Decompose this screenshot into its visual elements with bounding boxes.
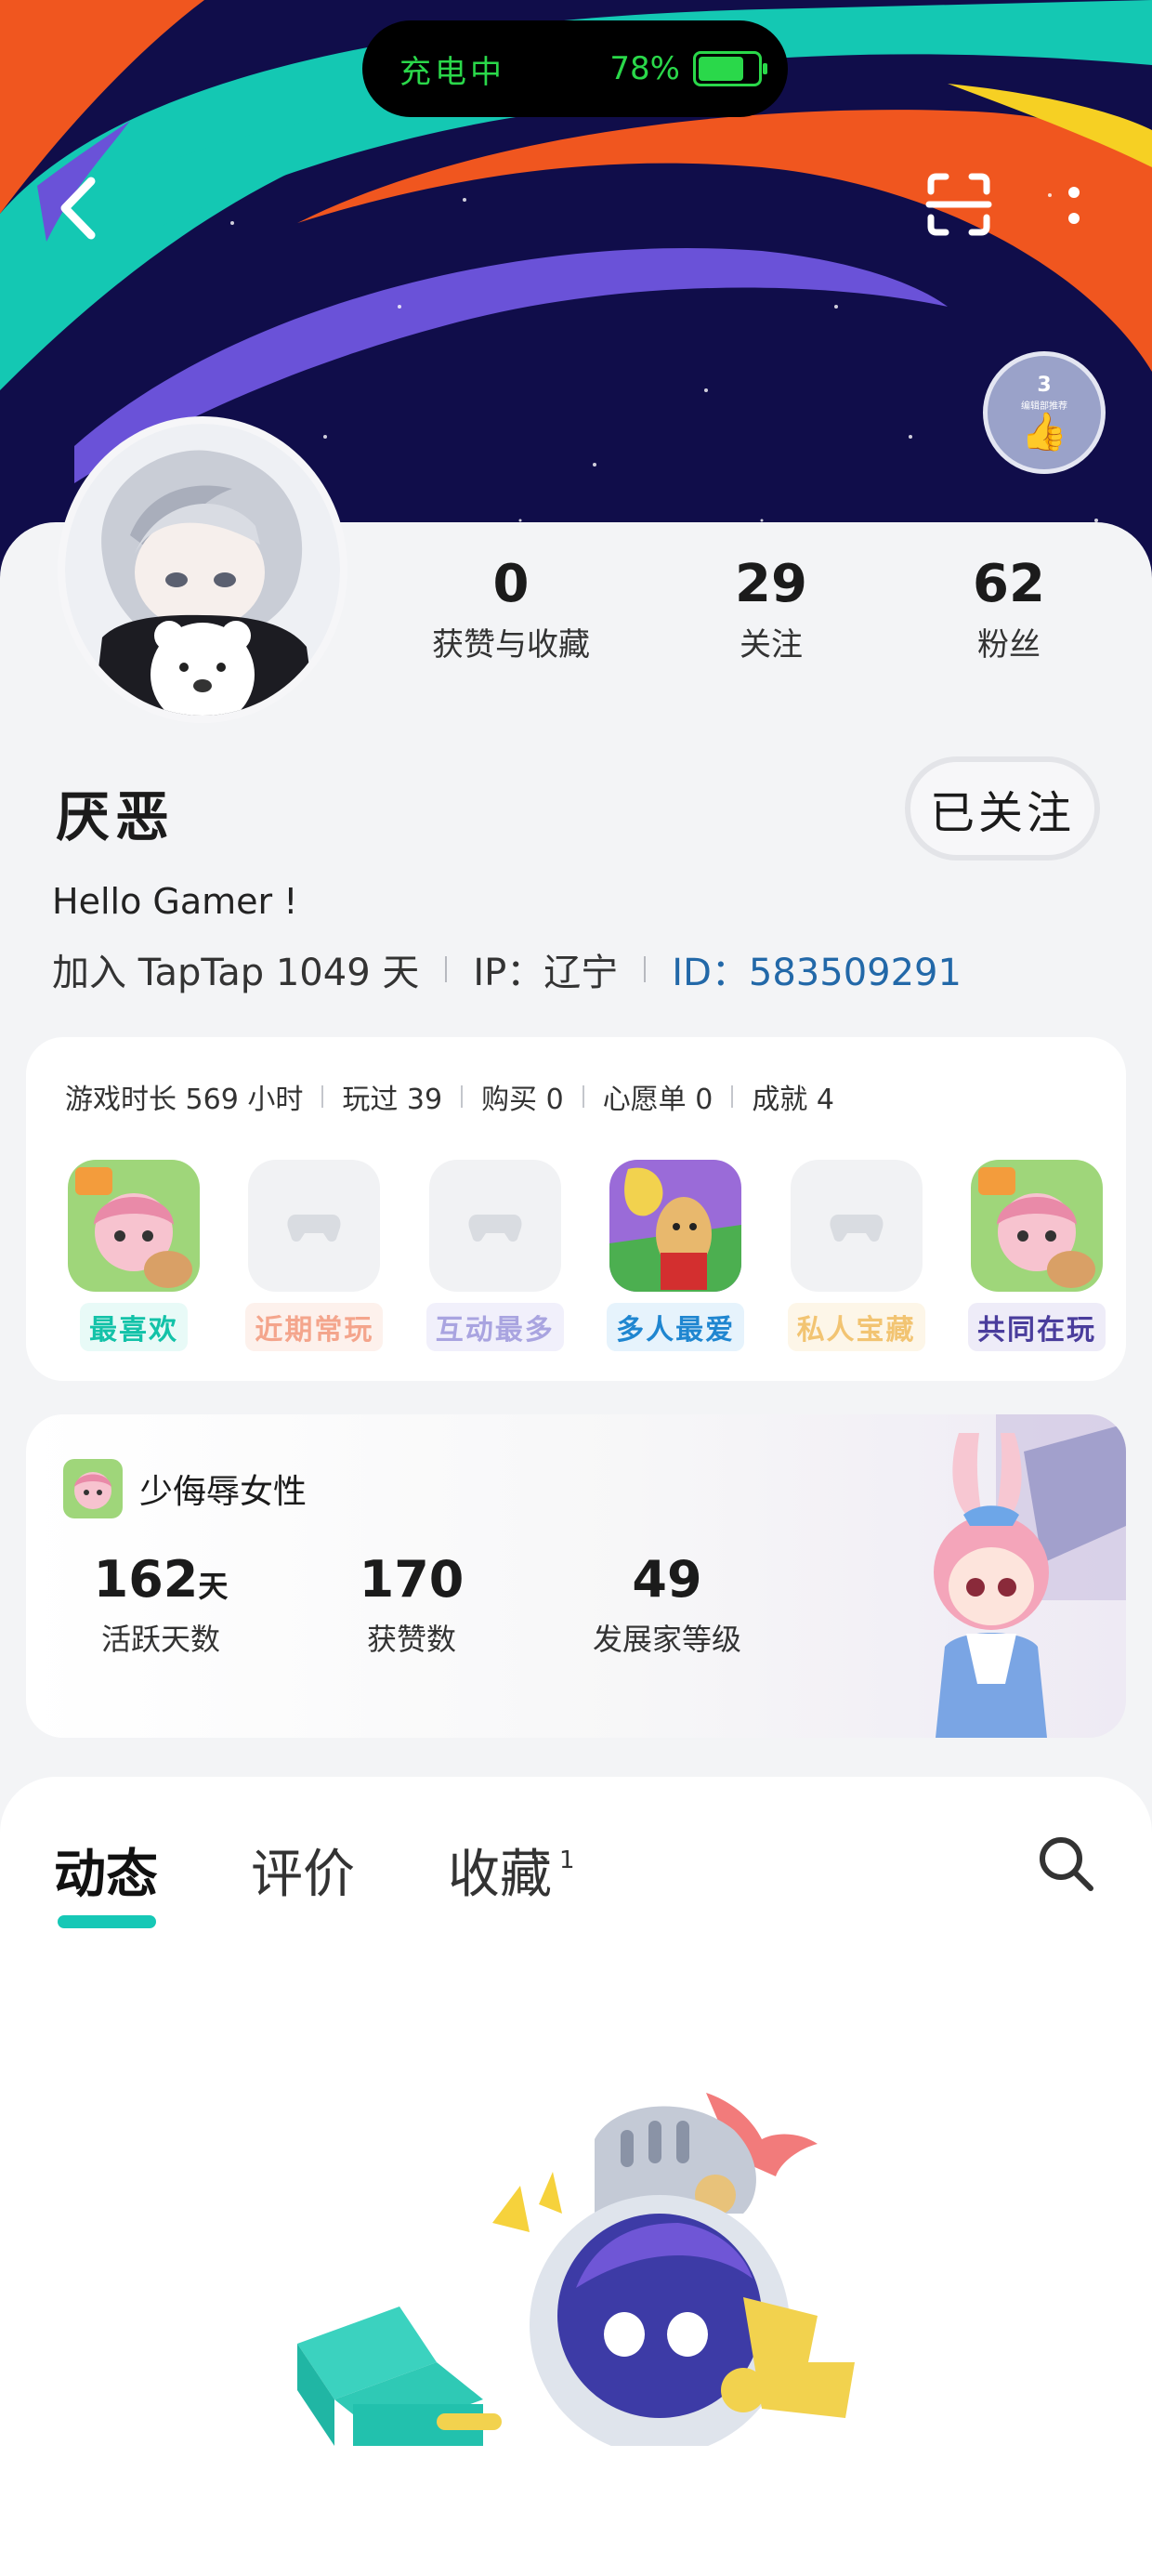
stat-label: 粉丝 bbox=[977, 625, 1041, 664]
activity-stat-label: 获赞数 bbox=[366, 1622, 456, 1658]
activity-stat: 49 发展家等级 bbox=[574, 1552, 760, 1659]
thumbs-up-icon: 👍 bbox=[1021, 410, 1067, 453]
gamepad-icon bbox=[428, 1160, 561, 1292]
badge-text: 编辑部推荐 bbox=[1021, 401, 1067, 412]
game-tile[interactable]: 近期常玩 bbox=[245, 1160, 384, 1351]
game-stat-item[interactable]: 游戏时长 569 小时 bbox=[65, 1076, 303, 1117]
ip-location: IP：辽宁 bbox=[473, 952, 619, 994]
active-tab-indicator bbox=[58, 1915, 156, 1928]
game-tile-label: 互动最多 bbox=[425, 1303, 564, 1351]
game-stat-item[interactable]: 心愿单 0 bbox=[603, 1076, 713, 1117]
divider bbox=[644, 956, 647, 982]
game-cover bbox=[68, 1160, 200, 1292]
game-cover bbox=[970, 1160, 1103, 1292]
joined-days: 加入 TapTap 1049 天 bbox=[52, 952, 420, 994]
stat-value: 62 bbox=[973, 554, 1045, 614]
activity-stat: 162天 活跃天数 bbox=[82, 1552, 240, 1659]
badge-level: 3 bbox=[1037, 373, 1052, 397]
game-stat-item[interactable]: 成就 4 bbox=[752, 1076, 834, 1117]
game-tile[interactable]: 多人最爱 bbox=[607, 1160, 745, 1351]
stat-label: 获赞与收藏 bbox=[432, 625, 590, 664]
gamepad-icon bbox=[248, 1160, 381, 1292]
divider bbox=[731, 1085, 734, 1108]
chevron-left-icon[interactable] bbox=[48, 171, 108, 245]
game-tile[interactable]: 共同在玩 bbox=[967, 1160, 1106, 1351]
stat-label: 关注 bbox=[740, 625, 803, 664]
empty-state-illustration bbox=[297, 2093, 855, 2446]
battery-percent: 78% bbox=[609, 50, 680, 87]
follow-button[interactable]: 已关注 bbox=[905, 756, 1100, 861]
battery-icon bbox=[693, 51, 767, 86]
activity-game-name: 少侮辱女性 bbox=[139, 1473, 308, 1511]
divider bbox=[445, 956, 448, 982]
stat-following[interactable]: 29 关注 bbox=[669, 556, 873, 664]
tab-bar: 动态 评价 收藏 1 bbox=[54, 1833, 668, 1928]
tab-1[interactable]: 评价 bbox=[251, 1833, 355, 1908]
developer-activity-card[interactable]: 少侮辱女性 162天 活跃天数 170 获赞数 49 发展家等级 bbox=[26, 1414, 1126, 1738]
game-stat-item[interactable]: 玩过 39 bbox=[342, 1076, 442, 1117]
avatar[interactable] bbox=[58, 416, 347, 723]
game-tile-label: 近期常玩 bbox=[245, 1303, 384, 1351]
user-id[interactable]: ID：583509291 bbox=[672, 942, 962, 996]
more-vertical-icon[interactable] bbox=[1055, 177, 1093, 236]
tab-0[interactable]: 动态 bbox=[54, 1833, 158, 1928]
tab-count: 1 bbox=[559, 1847, 575, 1875]
user-bio: Hello Gamer ! bbox=[52, 881, 298, 922]
game-tile-label: 私人宝藏 bbox=[787, 1303, 925, 1351]
search-icon[interactable] bbox=[1033, 1831, 1100, 1898]
activity-stat-unit: 天 bbox=[198, 1569, 229, 1604]
game-tile[interactable]: 私人宝藏 bbox=[787, 1160, 925, 1351]
tab-label: 评价 bbox=[251, 1845, 355, 1905]
charging-status-pill: 充电中 78% bbox=[362, 20, 788, 117]
user-name: 厌恶 bbox=[56, 785, 176, 848]
game-cover bbox=[609, 1160, 742, 1292]
game-tile[interactable]: 互动最多 bbox=[425, 1160, 564, 1351]
stat-followers[interactable]: 62 粉丝 bbox=[907, 556, 1111, 664]
stat-value: 29 bbox=[735, 554, 807, 614]
stat-likes[interactable]: 0 获赞与收藏 bbox=[399, 556, 622, 664]
content-tab-panel: 动态 评价 收藏 1 bbox=[0, 1777, 1152, 2576]
game-tiles: 最喜欢 近期常玩 互动最多 多人最爱 私人宝藏 共同在玩 bbox=[65, 1160, 1106, 1351]
game-stats-row: 游戏时长 569 小时 玩过 39 购买 0 心愿单 0 成就 4 bbox=[65, 1076, 834, 1117]
games-card[interactable]: 游戏时长 569 小时 玩过 39 购买 0 心愿单 0 成就 4 最喜欢 近期常玩 互动最… bbox=[26, 1037, 1126, 1381]
game-tile-label: 最喜欢 bbox=[80, 1303, 188, 1351]
game-icon bbox=[63, 1459, 123, 1518]
activity-stats: 162天 活跃天数 170 获赞数 49 发展家等级 bbox=[82, 1552, 760, 1659]
activity-stat-label: 发展家等级 bbox=[592, 1622, 741, 1658]
scan-icon[interactable] bbox=[922, 167, 996, 242]
activity-stat: 170 获赞数 bbox=[333, 1552, 491, 1659]
tab-label: 收藏 bbox=[448, 1845, 552, 1905]
tab-label: 动态 bbox=[54, 1845, 158, 1905]
charging-label: 充电中 bbox=[399, 53, 505, 91]
stat-value: 0 bbox=[492, 554, 530, 614]
tab-2[interactable]: 收藏 1 bbox=[448, 1833, 575, 1908]
game-tile-label: 共同在玩 bbox=[967, 1303, 1106, 1351]
activity-stat-label: 活跃天数 bbox=[100, 1622, 220, 1658]
activity-stat-value: 49 bbox=[632, 1550, 702, 1609]
activity-stat-value: 162 bbox=[93, 1550, 199, 1609]
game-stat-item[interactable]: 购买 0 bbox=[481, 1076, 564, 1117]
user-meta: 加入 TapTap 1049 天 IP：辽宁 ID：583509291 bbox=[52, 942, 962, 996]
editor-recommend-badge[interactable]: 3 编辑部推荐 👍 bbox=[983, 351, 1106, 474]
game-tile[interactable]: 最喜欢 bbox=[65, 1160, 203, 1351]
activity-stat-value: 170 bbox=[359, 1550, 465, 1609]
activity-header: 少侮辱女性 bbox=[63, 1459, 307, 1518]
divider bbox=[321, 1085, 324, 1108]
divider bbox=[461, 1085, 464, 1108]
divider bbox=[582, 1085, 584, 1108]
gamepad-icon bbox=[790, 1160, 923, 1292]
game-tile-label: 多人最爱 bbox=[607, 1303, 745, 1351]
character-illustration bbox=[934, 1414, 1126, 1738]
